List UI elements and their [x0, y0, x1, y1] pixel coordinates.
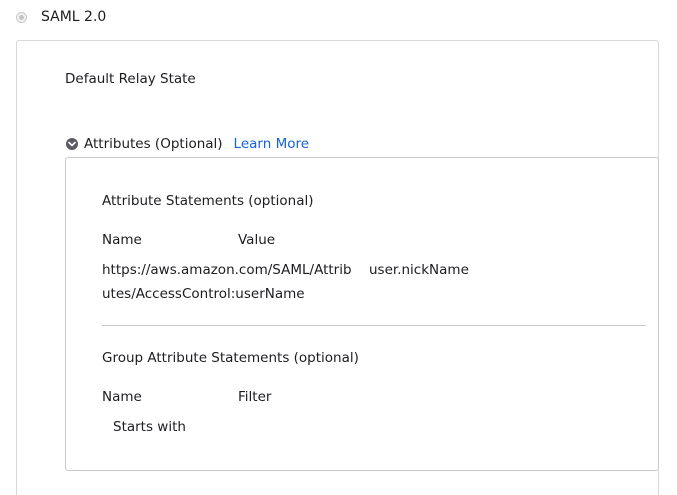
saml-option-row[interactable]: SAML 2.0	[16, 7, 106, 27]
chevron-down-icon[interactable]	[66, 138, 78, 150]
saml-settings-page: SAML 2.0 Default Relay State Attributes …	[0, 0, 677, 495]
learn-more-link[interactable]: Learn More	[234, 136, 310, 152]
group-attribute-statements-title: Group Attribute Statements (optional)	[102, 350, 359, 366]
saml-option-label: SAML 2.0	[41, 9, 107, 25]
attributes-toggle[interactable]: Attributes (Optional) Learn More	[66, 136, 309, 152]
attribute-value: user.nickName	[369, 262, 469, 278]
attribute-value-column-header: Value	[238, 232, 276, 248]
attribute-name-line-2: utes/AccessControl:userName	[102, 286, 305, 302]
attribute-statements-title: Attribute Statements (optional)	[102, 193, 314, 209]
attributes-toggle-label[interactable]: Attributes (Optional)	[84, 136, 223, 152]
group-name-column-header: Name	[102, 389, 142, 405]
attribute-name-column-header: Name	[102, 232, 142, 248]
attribute-name-line-1: https://aws.amazon.com/SAML/Attrib	[102, 262, 352, 278]
section-divider	[102, 325, 646, 326]
group-filter-column-header: Filter	[238, 389, 272, 405]
group-filter-value: Starts with	[113, 419, 186, 435]
default-relay-state-label: Default Relay State	[65, 71, 196, 87]
saml-radio-button[interactable]	[16, 11, 27, 23]
